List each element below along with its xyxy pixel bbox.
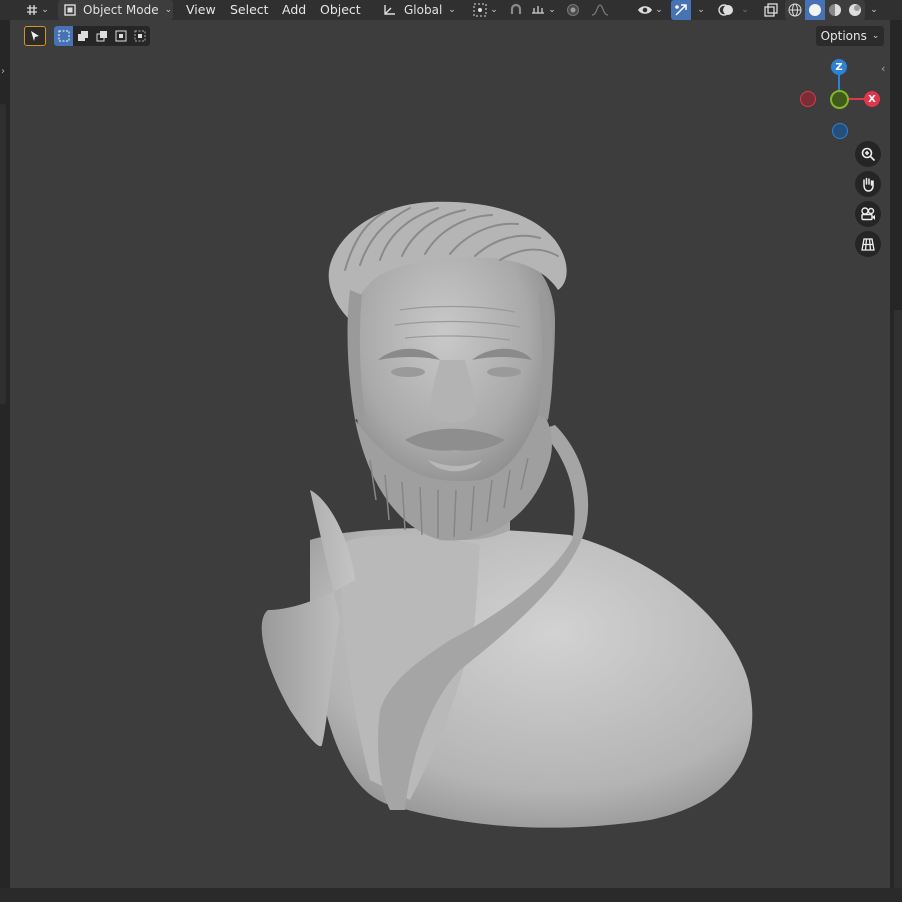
sculpted-bust-model[interactable] [10, 20, 890, 888]
proportional-edit-icon [567, 4, 579, 16]
menu-select[interactable]: Select [230, 0, 269, 20]
overlays-dropdown[interactable]: ⌄ [737, 0, 751, 20]
proportional-edit-toggle[interactable] [562, 0, 584, 20]
viewport-header: ⌄ Object Mode ⌄ View Select Add Object G… [0, 0, 902, 20]
shading-mode-group [785, 0, 865, 20]
pivot-point-button[interactable]: ⌄ [470, 0, 500, 20]
sidebar-tabs[interactable] [894, 310, 902, 900]
xray-toggle[interactable] [760, 0, 782, 20]
material-preview-icon [829, 4, 841, 16]
rendered-shading-icon [849, 4, 861, 16]
wireframe-shading-button[interactable] [785, 0, 805, 20]
snap-magnet-icon [510, 3, 522, 14]
gizmo-dropdown[interactable]: ⌄ [692, 0, 708, 20]
wireframe-shading-icon [788, 3, 802, 17]
pivot-point-icon [473, 3, 487, 17]
3d-viewport[interactable]: Options ⌄ ‹ Z X [10, 20, 890, 888]
rendered-shading-button[interactable] [845, 0, 865, 20]
right-sidebar-strip [890, 20, 902, 900]
visibility-button[interactable]: ⌄ [634, 0, 666, 20]
snap-increment-icon [532, 6, 545, 14]
menu-view[interactable]: View [186, 0, 216, 20]
snap-target-button[interactable]: ⌄ [528, 0, 558, 20]
overlays-icon [718, 4, 733, 16]
transform-orientation-dropdown[interactable]: Global ⌄ [382, 0, 464, 20]
mode-dropdown[interactable]: Object Mode ⌄ [58, 0, 173, 20]
orientation-label: Global [404, 3, 443, 17]
gizmo-toggle[interactable] [671, 0, 691, 20]
toolshelf-tabs[interactable] [0, 104, 6, 404]
object-mode-icon [64, 4, 76, 16]
menu-object[interactable]: Object [320, 0, 361, 20]
mode-label: Object Mode [83, 3, 159, 17]
left-toolbar-strip: › [0, 20, 10, 888]
gizmo-toggle-icon [675, 4, 687, 16]
shading-options-dropdown[interactable]: ⌄ [866, 0, 880, 20]
material-preview-button[interactable] [825, 0, 845, 20]
falloff-button[interactable] [586, 0, 614, 20]
solid-shading-button[interactable] [805, 0, 825, 20]
editor-type-button[interactable]: ⌄ [22, 0, 52, 20]
grid-move-icon [27, 5, 38, 15]
falloff-curve-icon [591, 4, 609, 16]
solid-shading-icon [809, 4, 821, 16]
global-orientation-icon [384, 5, 395, 15]
snap-toggle[interactable] [505, 0, 527, 20]
overlays-toggle[interactable] [716, 0, 736, 20]
toolbar-expand-icon[interactable]: › [1, 66, 5, 77]
menu-add[interactable]: Add [282, 0, 306, 20]
status-bar [0, 888, 902, 902]
xray-icon [764, 3, 778, 17]
eye-visibility-icon [638, 6, 653, 14]
